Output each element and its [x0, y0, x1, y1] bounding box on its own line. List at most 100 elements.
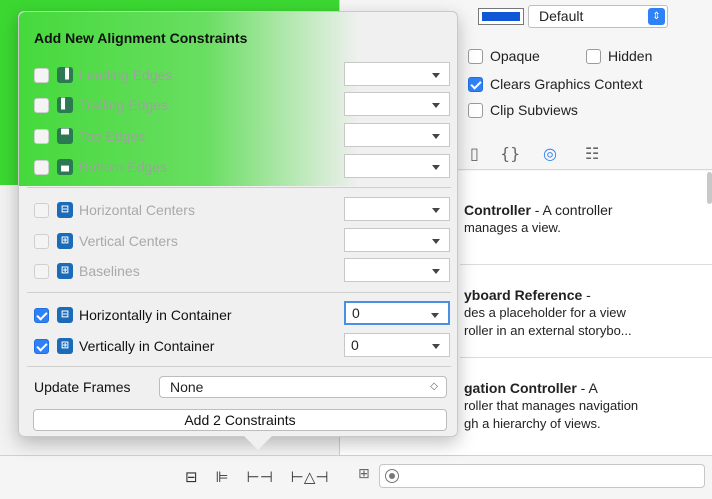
vertically-in-container-icon: ⊞ [57, 338, 73, 354]
leading-edges-checkbox[interactable] [34, 67, 49, 83]
baselines-label: Baselines [79, 263, 140, 279]
constraint-row-leading: ▐ Leading Edges [34, 65, 172, 85]
baselines-value[interactable] [344, 258, 450, 282]
top-edges-label: Top Edges [79, 128, 146, 144]
vertically-in-container-checkbox[interactable] [34, 338, 49, 354]
popover-separator [27, 366, 451, 367]
horizontally-in-container-value-text: 0 [352, 305, 360, 321]
horizontally-in-container-label: Horizontally in Container [79, 307, 232, 323]
grid-view-icon[interactable]: ⊞ [358, 466, 370, 482]
constraint-row-vertical-centers: ⊞ Vertical Centers [34, 231, 178, 251]
top-edges-value[interactable] [344, 123, 450, 147]
constraint-row-baselines: ⊞ Baselines [34, 261, 140, 281]
constraint-row-top: ▀ Top Edges [34, 126, 145, 146]
library-separator [460, 357, 712, 358]
clears-graphics-row: Clears Graphics Context [468, 76, 643, 92]
library-filter-field[interactable] [379, 464, 705, 488]
update-frames-value: None [170, 379, 204, 395]
opaque-label: Opaque [490, 48, 540, 64]
object-library-tab[interactable]: ◎ [543, 144, 557, 163]
horizontally-in-container-value[interactable]: 0 [344, 301, 450, 325]
horizontal-centers-label: Horizontal Centers [79, 202, 195, 218]
library-item[interactable]: Controller - A controller manages a view… [464, 201, 712, 237]
vertical-centers-label: Vertical Centers [79, 233, 178, 249]
pin-icon[interactable]: ⊢⊣ [247, 468, 273, 486]
popover-title: Add New Alignment Constraints [34, 30, 248, 46]
library-item-desc: gh a hierarchy of views. [464, 416, 601, 431]
library-item[interactable]: gation Controller - A roller that manage… [464, 379, 712, 433]
bottom-edges-icon: ▄ [57, 159, 73, 175]
popover-separator [27, 187, 451, 188]
bottom-edges-label: Bottom Edges [79, 159, 167, 175]
horizontally-in-container-icon: ⊟ [57, 307, 73, 323]
library-item-title: gation Controller [464, 380, 577, 396]
horizontal-centers-value[interactable] [344, 197, 450, 221]
vertical-centers-checkbox[interactable] [34, 233, 49, 249]
file-template-tab[interactable]: ▯ [470, 144, 479, 163]
leading-edges-value[interactable] [344, 62, 450, 86]
library-item-title-suffix: - A [576, 380, 598, 396]
select-stepper-icon: ⇕ [648, 8, 665, 25]
update-frames-select[interactable]: None ◇ [159, 376, 447, 398]
popover-separator [27, 292, 451, 293]
library-item-desc: roller that manages navigation [464, 398, 639, 413]
clears-graphics-checkbox[interactable] [468, 76, 483, 92]
vertical-centers-value[interactable] [344, 228, 450, 252]
top-edges-icon: ▀ [57, 128, 73, 144]
bottom-edges-checkbox[interactable] [34, 159, 49, 175]
resolve-issues-icon[interactable]: ⊢△⊣ [291, 468, 329, 486]
constraint-row-trailing: ▌ Trailing Edges [34, 95, 168, 115]
hidden-label: Hidden [608, 48, 653, 64]
library-item-title: Controller [464, 202, 531, 218]
horizontal-centers-icon: ⊟ [57, 202, 73, 218]
library-separator [460, 264, 712, 265]
code-snippet-tab[interactable]: {} [500, 144, 520, 163]
vertically-in-container-label: Vertically in Container [79, 338, 215, 354]
autolayout-buttons: ⊟ ⊫ ⊢⊣ ⊢△⊣ [185, 468, 328, 486]
hidden-row: Hidden [586, 48, 652, 64]
add-constraints-button[interactable]: Add 2 Constraints [33, 409, 447, 431]
horizontal-centers-checkbox[interactable] [34, 202, 49, 218]
horizontally-in-container-checkbox[interactable] [34, 307, 49, 323]
opaque-checkbox[interactable] [468, 48, 483, 64]
library-item-desc: des a placeholder for a view [464, 305, 626, 320]
background-color-well[interactable] [478, 8, 524, 25]
vertically-in-container-value[interactable]: 0 [344, 333, 450, 357]
leading-edges-label: Leading Edges [79, 67, 173, 83]
update-frames-label: Update Frames [34, 379, 131, 395]
clip-subviews-label: Clip Subviews [490, 102, 578, 118]
stack-icon[interactable]: ⊟ [185, 468, 198, 486]
media-library-tab[interactable]: ☷ [585, 144, 599, 163]
library-item-title-suffix: - [582, 287, 591, 303]
library-item-title-suffix: - A controller [530, 202, 613, 218]
trailing-edges-value[interactable] [344, 92, 450, 116]
trailing-edges-checkbox[interactable] [34, 97, 49, 113]
select-updown-icon: ◇ [430, 381, 438, 392]
clears-graphics-label: Clears Graphics Context [490, 76, 643, 92]
constraint-row-horizontal-centers: ⊟ Horizontal Centers [34, 200, 195, 220]
library-item-title: yboard Reference [464, 287, 583, 303]
library-scrollbar[interactable] [707, 172, 712, 204]
leading-edges-icon: ▐ [57, 67, 73, 83]
constraint-row-horizontally-in-container: ⊟ Horizontally in Container [34, 305, 232, 325]
filter-icon [385, 469, 399, 483]
vertical-centers-icon: ⊞ [57, 233, 73, 249]
clip-subviews-row: Clip Subviews [468, 102, 578, 118]
baselines-checkbox[interactable] [34, 263, 49, 279]
bottom-edges-value[interactable] [344, 154, 450, 178]
background-select[interactable]: Default ⇕ [528, 5, 668, 28]
clip-subviews-checkbox[interactable] [468, 102, 483, 118]
baselines-icon: ⊞ [57, 263, 73, 279]
background-select-value: Default [539, 8, 584, 24]
color-swatch-fill [482, 12, 520, 21]
vertically-in-container-value-text: 0 [351, 337, 359, 353]
align-icon[interactable]: ⊫ [216, 468, 229, 486]
top-edges-checkbox[interactable] [34, 128, 49, 144]
hidden-checkbox[interactable] [586, 48, 601, 64]
constraint-row-vertically-in-container: ⊞ Vertically in Container [34, 336, 214, 356]
align-constraints-popover: Add New Alignment Constraints ▐ Leading … [18, 11, 458, 450]
trailing-edges-label: Trailing Edges [79, 97, 168, 113]
library-item[interactable]: yboard Reference - des a placeholder for… [464, 286, 712, 340]
library-item-desc: roller in an external storybo... [464, 323, 632, 338]
constraint-row-bottom: ▄ Bottom Edges [34, 157, 167, 177]
